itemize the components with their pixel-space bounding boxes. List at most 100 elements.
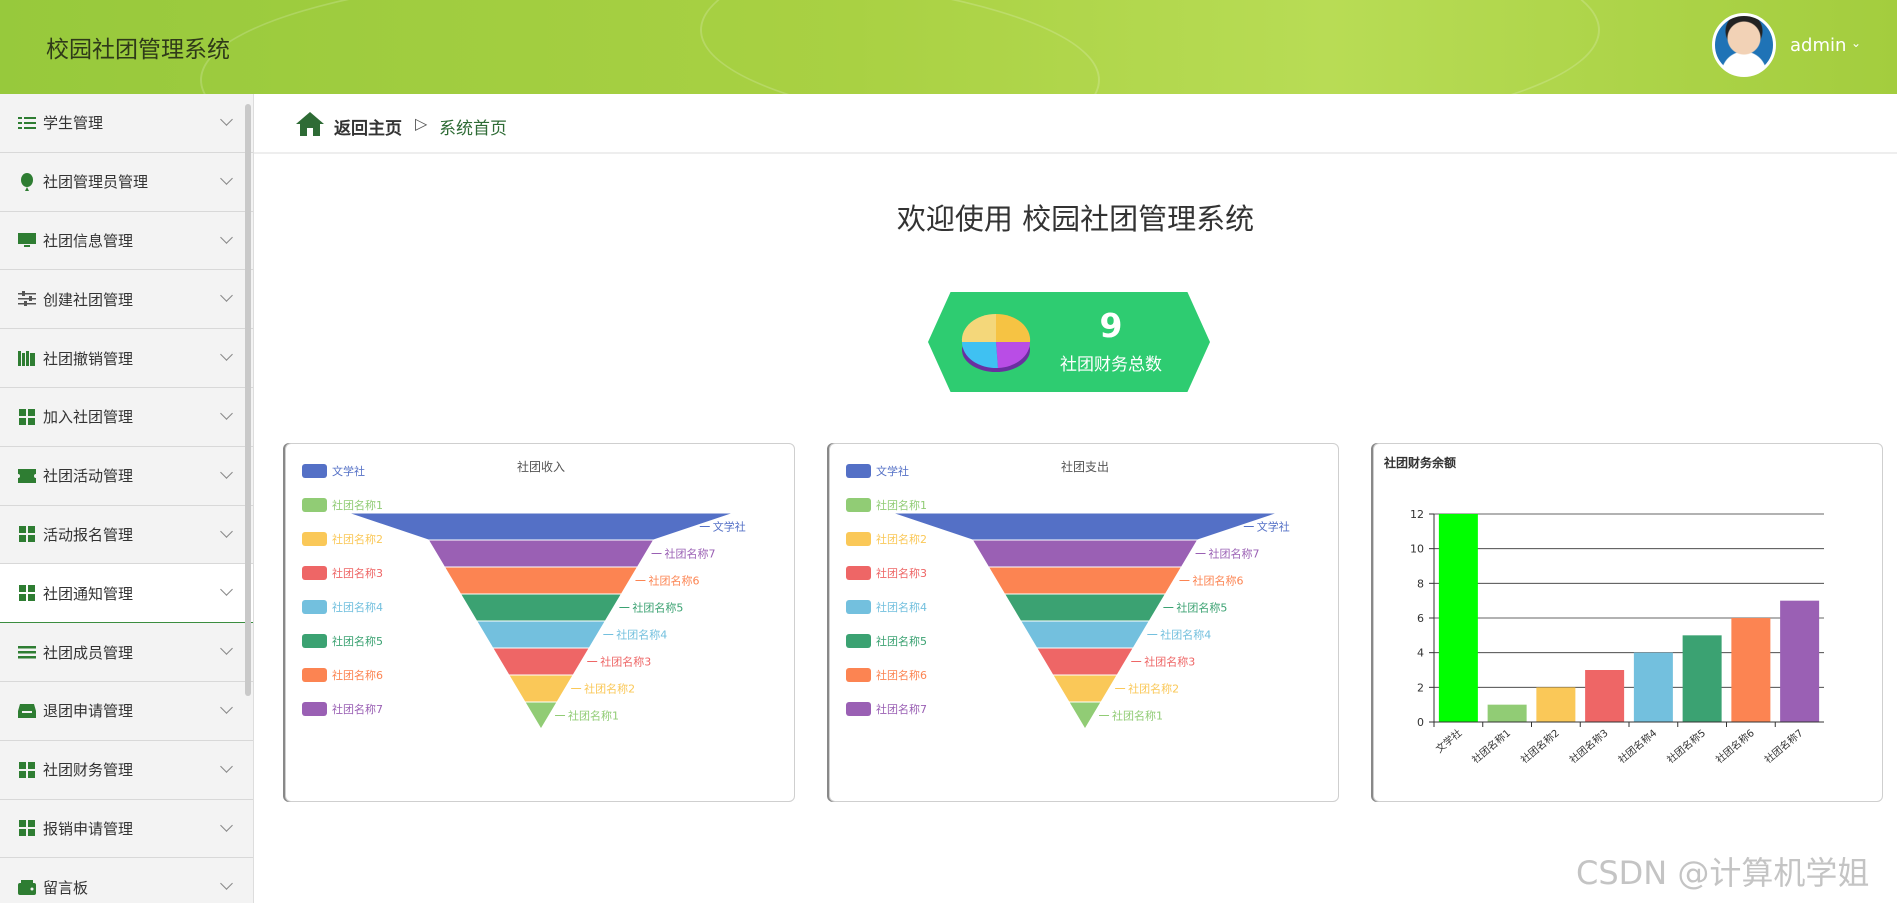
chevron-down-icon[interactable] xyxy=(220,877,233,891)
funnel-segment[interactable] xyxy=(475,620,607,649)
sidebar-item[interactable]: 创建社团管理 xyxy=(0,270,253,330)
sidebar-item[interactable]: 社团活动管理 xyxy=(0,447,253,506)
legend-label[interactable]: 社团名称6 xyxy=(332,668,383,682)
legend-swatch[interactable] xyxy=(846,498,871,512)
funnel-segment[interactable] xyxy=(524,701,558,730)
funnel-segment[interactable] xyxy=(443,566,639,595)
chevron-down-icon[interactable] xyxy=(220,230,233,244)
legend-label[interactable]: 社团名称3 xyxy=(332,566,383,580)
chevron-down-icon[interactable] xyxy=(220,642,233,656)
legend-label[interactable]: 社团名称5 xyxy=(876,634,927,648)
chevron-down-icon[interactable] xyxy=(220,289,233,303)
legend-label[interactable]: 文学社 xyxy=(876,464,909,478)
sidebar-item[interactable]: 社团管理员管理 xyxy=(0,153,253,212)
legend-swatch[interactable] xyxy=(302,702,327,716)
legend-label[interactable]: 社团名称3 xyxy=(876,566,927,580)
chevron-down-icon[interactable]: ⌄ xyxy=(1851,36,1861,50)
legend-label[interactable]: 社团名称5 xyxy=(332,634,383,648)
funnel-segment[interactable] xyxy=(459,593,623,622)
funnel-segment[interactable] xyxy=(971,539,1199,568)
funnel-segment[interactable] xyxy=(1068,701,1102,730)
legend-swatch[interactable] xyxy=(846,668,871,682)
chevron-down-icon[interactable] xyxy=(220,348,233,362)
legend-swatch[interactable] xyxy=(302,532,327,546)
sidebar-item[interactable]: 退团申请管理 xyxy=(0,682,253,741)
funnel-segment[interactable] xyxy=(507,674,575,703)
sidebar-item-label: 留言板 xyxy=(43,878,89,897)
funnel-segment[interactable] xyxy=(1035,647,1135,676)
inbox-icon xyxy=(18,702,36,720)
sidebar-item-label: 社团活动管理 xyxy=(43,467,134,486)
legend-swatch[interactable] xyxy=(846,532,871,546)
funnel-segment[interactable] xyxy=(491,647,591,676)
legend-label[interactable]: 社团名称2 xyxy=(876,532,927,546)
chevron-down-icon[interactable] xyxy=(220,113,233,126)
user-avatar[interactable] xyxy=(1712,13,1776,77)
legend-swatch[interactable] xyxy=(302,464,327,478)
legend-label[interactable]: 社团名称2 xyxy=(332,532,383,546)
sidebar-scrollbar[interactable] xyxy=(245,104,251,696)
sidebar-item[interactable]: 留言板 xyxy=(0,858,253,903)
chevron-down-icon[interactable] xyxy=(220,583,233,597)
bar[interactable] xyxy=(1731,618,1771,722)
funnel-segment[interactable] xyxy=(1051,674,1119,703)
expense-chart-panel: 社团支出 文学社 社团名称1 社团名称2 社团名称3 社团名称4 社团名称5 社团名称6 社团名… xyxy=(829,443,1339,802)
bar[interactable] xyxy=(1585,670,1625,722)
bar[interactable] xyxy=(1633,652,1673,722)
chevron-down-icon[interactable] xyxy=(220,407,233,420)
sidebar-item[interactable]: 活动报名管理 xyxy=(0,506,253,565)
sidebar-item[interactable]: 学生管理 xyxy=(0,94,253,153)
sidebar-item[interactable]: 加入社团管理 xyxy=(0,388,253,447)
legend-swatch[interactable] xyxy=(846,566,871,580)
legend-swatch[interactable] xyxy=(302,566,327,580)
funnel-segment[interactable] xyxy=(347,512,735,541)
legend-label[interactable]: 社团名称4 xyxy=(876,600,927,614)
bar[interactable] xyxy=(1487,704,1527,722)
legend-swatch[interactable] xyxy=(846,702,871,716)
header-decoration xyxy=(700,0,1600,94)
legend-label[interactable]: 社团名称7 xyxy=(332,702,383,716)
sidebar-item[interactable]: 报销申请管理 xyxy=(0,800,253,859)
legend-swatch[interactable] xyxy=(302,634,327,648)
legend-label[interactable]: 社团名称1 xyxy=(332,498,383,512)
sidebar-item[interactable]: 社团财务管理 xyxy=(0,741,253,800)
sidebar-item-label: 社团财务管理 xyxy=(43,761,134,780)
funnel-segment[interactable] xyxy=(1019,620,1151,649)
funnel-segment[interactable] xyxy=(1003,593,1167,622)
chevron-down-icon[interactable] xyxy=(220,759,233,773)
home-icon[interactable] xyxy=(295,111,325,137)
legend-swatch[interactable] xyxy=(302,600,327,614)
chevron-down-icon[interactable] xyxy=(220,171,233,185)
sidebar-item[interactable]: 社团成员管理 xyxy=(0,623,253,682)
funnel-segment[interactable] xyxy=(987,566,1183,595)
bar[interactable] xyxy=(1438,514,1478,722)
legend-label[interactable]: 社团名称1 xyxy=(876,498,927,512)
chevron-down-icon[interactable] xyxy=(220,465,233,479)
sidebar-item-label: 社团管理员管理 xyxy=(43,173,149,192)
legend-label[interactable]: 社团名称6 xyxy=(876,668,927,682)
legend-label[interactable]: 文学社 xyxy=(332,464,365,478)
chevron-down-icon[interactable] xyxy=(220,818,233,832)
sidebar-item[interactable]: 社团信息管理 xyxy=(0,212,253,271)
funnel-segment[interactable] xyxy=(891,512,1279,541)
chevron-down-icon[interactable] xyxy=(220,701,233,714)
legend-swatch[interactable] xyxy=(846,634,871,648)
sidebar-item[interactable]: 社团通知管理 xyxy=(0,564,253,624)
funnel-segment[interactable] xyxy=(427,539,655,568)
bar[interactable] xyxy=(1682,635,1722,722)
legend-label[interactable]: 社团名称4 xyxy=(332,600,383,614)
legend-swatch[interactable] xyxy=(302,668,327,682)
x-tick-label: 社团名称6 xyxy=(1713,726,1757,766)
sidebar-item[interactable]: 社团撤销管理 xyxy=(0,329,253,388)
bar[interactable] xyxy=(1536,687,1576,722)
legend-swatch[interactable] xyxy=(846,464,871,478)
legend-swatch[interactable] xyxy=(302,498,327,512)
user-name[interactable]: admin xyxy=(1790,35,1846,56)
chevron-down-icon[interactable] xyxy=(220,524,233,538)
legend-label[interactable]: 社团名称7 xyxy=(876,702,927,716)
bar[interactable] xyxy=(1780,600,1820,722)
pie-chart-icon xyxy=(961,313,1031,372)
breadcrumb-home-link[interactable]: 返回主页 xyxy=(334,114,402,139)
legend-swatch[interactable] xyxy=(846,600,871,614)
x-tick-label: 社团名称3 xyxy=(1567,726,1611,766)
